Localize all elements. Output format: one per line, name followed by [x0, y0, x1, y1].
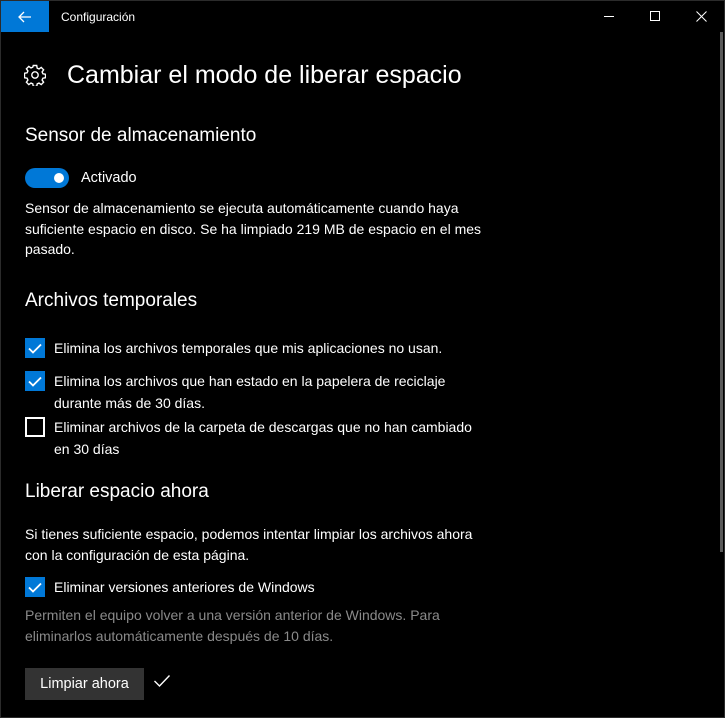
windows-old-checkbox[interactable] [25, 577, 45, 597]
storage-sense-toggle-row: Activado [25, 168, 137, 188]
maximize-button[interactable] [632, 1, 678, 32]
maximize-icon [649, 11, 660, 21]
settings-window: Configuración Cambiar el modo de liberar… [0, 0, 725, 718]
minimize-button[interactable] [586, 1, 632, 32]
temp-option-1-checkbox[interactable] [25, 338, 45, 358]
toggle-knob [54, 173, 64, 183]
checkmark-icon [28, 582, 42, 593]
temp-option-2-row[interactable]: Elimina los archivos que han estado en l… [25, 371, 484, 414]
checkmark-icon [28, 376, 42, 387]
minimize-icon [603, 16, 614, 17]
arrow-left-icon [18, 11, 31, 22]
page-title: Cambiar el modo de liberar espacio [67, 61, 462, 89]
storage-sense-description: Sensor de almacenamiento se ejecuta auto… [25, 200, 482, 257]
windows-old-note: Permiten el equipo volver a una versión … [25, 607, 440, 644]
temp-option-3-checkbox[interactable] [25, 417, 45, 437]
temp-option-1-row[interactable]: Elimina los archivos temporales que mis … [25, 338, 484, 359]
close-button[interactable] [678, 1, 724, 32]
free-now-description: Si tienes suficiente espacio, podemos in… [25, 526, 473, 563]
title-bar: Configuración [1, 1, 724, 32]
temp-files-heading: Archivos temporales [25, 290, 198, 311]
scrollbar[interactable] [720, 32, 723, 552]
windows-old-label: Eliminar versiones anteriores de Windows [54, 579, 315, 595]
temp-option-3-label: Eliminar archivos de la carpeta de desca… [54, 419, 472, 457]
storage-sense-toggle[interactable] [25, 168, 69, 188]
free-now-heading: Liberar espacio ahora [25, 481, 209, 502]
checkmark-icon [154, 675, 171, 688]
toggle-state-label: Activado [81, 170, 137, 186]
checkmark-icon [28, 343, 42, 354]
temp-option-3-row[interactable]: Eliminar archivos de la carpeta de desca… [25, 417, 484, 460]
close-icon [695, 11, 707, 22]
windows-old-option-row[interactable]: Eliminar versiones anteriores de Windows [25, 577, 484, 598]
storage-sense-heading: Sensor de almacenamiento [25, 125, 257, 146]
temp-option-2-label: Elimina los archivos que han estado en l… [54, 373, 446, 411]
temp-option-1-label: Elimina los archivos temporales que mis … [54, 340, 443, 356]
temp-option-2-checkbox[interactable] [25, 371, 45, 391]
gear-icon [24, 64, 46, 86]
window-title: Configuración [61, 10, 136, 24]
back-button[interactable] [1, 1, 49, 32]
clean-now-button[interactable]: Limpiar ahora [25, 668, 144, 700]
